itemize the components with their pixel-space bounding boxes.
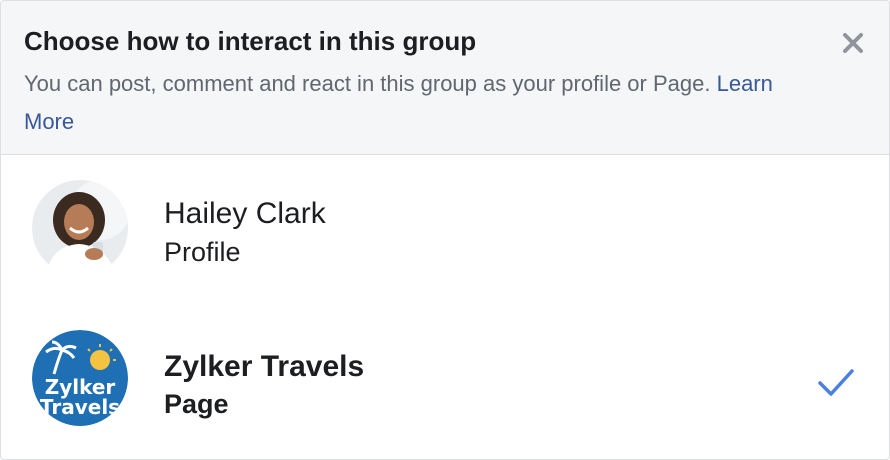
dialog-description: You can post, comment and react in this … — [24, 65, 789, 141]
page-type: Page — [164, 389, 229, 419]
option-page[interactable]: Zylker Travels Zylker Travels Page — [1, 306, 889, 456]
person-avatar — [32, 180, 128, 276]
checkmark-icon — [818, 369, 854, 396]
page-name: Zylker Travels — [164, 350, 365, 383]
close-button[interactable] — [839, 29, 867, 57]
profile-type: Profile — [164, 237, 241, 267]
interact-as-dialog: Choose how to interact in this group You… — [0, 0, 890, 460]
close-icon — [843, 33, 863, 53]
dialog-header: Choose how to interact in this group You… — [1, 1, 889, 155]
svg-text:Travels: Travels — [40, 395, 120, 419]
profile-name: Hailey Clark — [164, 197, 326, 230]
description-text: You can post, comment and react in this … — [24, 71, 711, 96]
option-profile[interactable]: Hailey Clark Profile — [1, 156, 889, 306]
zylker-travels-logo: Zylker Travels — [32, 330, 128, 426]
dialog-title: Choose how to interact in this group — [24, 26, 477, 56]
